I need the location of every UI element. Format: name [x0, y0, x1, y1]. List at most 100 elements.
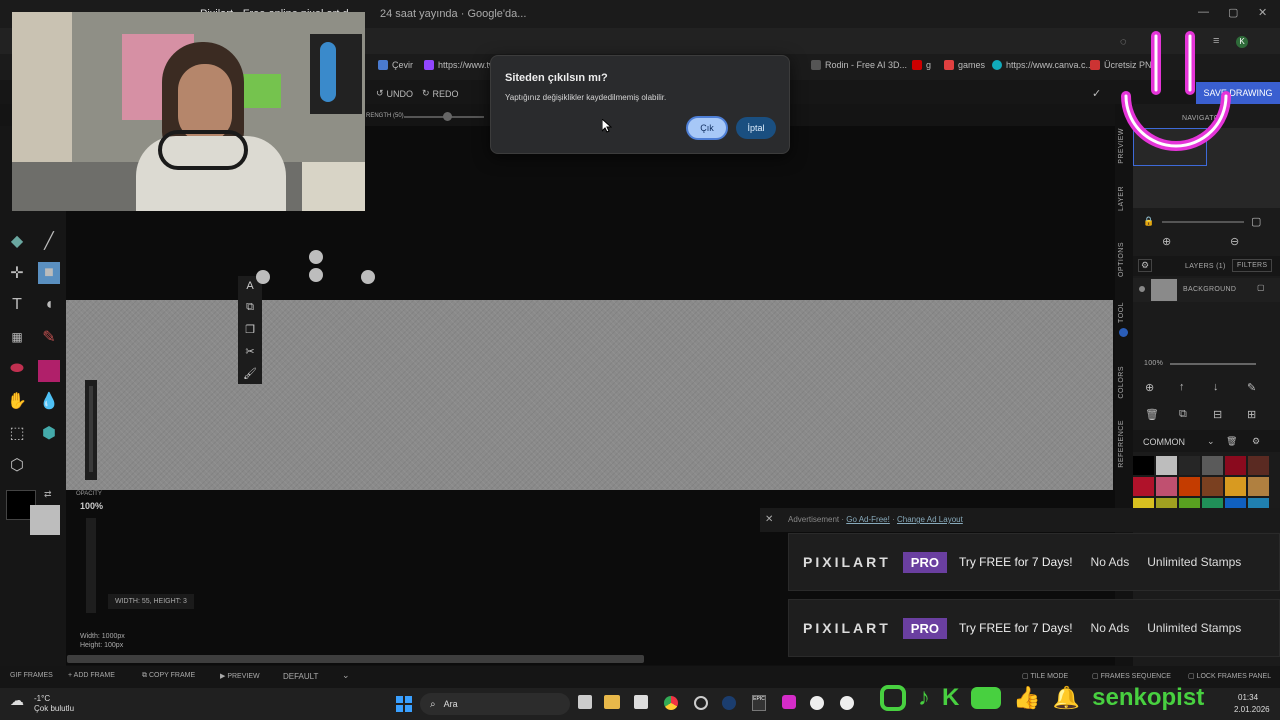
horizontal-scrollbar[interactable] — [67, 655, 644, 663]
copy-icon[interactable]: ⧉ — [246, 301, 254, 314]
edit-layer-icon[interactable]: ✎ — [1247, 381, 1256, 394]
text-icon[interactable]: T — [6, 294, 28, 316]
paste-icon[interactable]: ❐ — [245, 323, 255, 336]
drawing-canvas[interactable] — [66, 300, 1113, 490]
palette-swatch[interactable] — [1133, 456, 1154, 475]
weather-icon[interactable]: ☁ — [10, 692, 24, 709]
store-icon[interactable] — [634, 695, 648, 709]
bookmark-item[interactable]: games — [944, 60, 985, 70]
app-pink-icon[interactable] — [782, 695, 796, 709]
handle-dot[interactable] — [361, 270, 375, 284]
preview-button[interactable]: ▶ PREVIEW — [220, 672, 260, 680]
bookmark-item[interactable]: Rodin - Free AI 3D... — [811, 60, 907, 70]
rectangle-icon[interactable]: ■ — [38, 262, 60, 284]
gif-frames-label[interactable]: GIF FRAMES — [10, 672, 53, 679]
bookmark-item[interactable]: https://www.canva.c... — [992, 60, 1093, 70]
tile-mode-toggle[interactable]: ▢ TILE MODE — [1022, 672, 1068, 680]
zoom-in-icon[interactable]: ⊕ — [1162, 235, 1171, 248]
browser-tab[interactable]: 24 saat yayında · Google'da... — [370, 4, 536, 26]
chevron-down-icon[interactable]: ⌄ — [1207, 436, 1215, 447]
handle-dot[interactable] — [309, 250, 323, 264]
minimize-icon[interactable]: — — [1198, 6, 1209, 18]
secondary-color[interactable] — [30, 505, 60, 535]
stamp-icon[interactable]: ◖ — [38, 294, 60, 316]
palette-swatch[interactable] — [1248, 477, 1269, 496]
ad-banner[interactable]: PIXILART PRO Try FREE for 7 Days! No Ads… — [788, 599, 1280, 657]
cancel-button[interactable]: İptal — [736, 117, 776, 139]
handle-dot[interactable] — [256, 270, 270, 284]
bookmark-item[interactable]: Çevir — [378, 60, 413, 70]
select-icon[interactable]: ⬚ — [6, 422, 28, 444]
profile-avatar[interactable]: K — [1236, 36, 1248, 48]
visibility-icon[interactable] — [1139, 286, 1145, 292]
chrome-icon[interactable] — [664, 696, 678, 710]
add-frame-button[interactable]: + ADD FRAME — [68, 672, 115, 679]
swap-colors-icon[interactable]: ⇄ — [44, 489, 52, 500]
palette-swatch[interactable] — [1179, 477, 1200, 496]
change-ad-layout-link[interactable]: Change Ad Layout — [897, 515, 963, 524]
line-icon[interactable]: ╱ — [38, 230, 60, 252]
color-swatch-icon[interactable] — [38, 360, 60, 382]
maximize-icon[interactable]: ▢ — [1228, 6, 1238, 19]
hand-icon[interactable]: ✋ — [6, 390, 28, 412]
filters-button[interactable]: FILTERS — [1232, 259, 1273, 272]
steam-icon[interactable] — [722, 696, 736, 710]
delete-layer-icon[interactable]: 🗑 — [1145, 408, 1159, 421]
palette-settings-icon[interactable]: ⚙ — [1252, 436, 1260, 447]
duplicate-layer-icon[interactable]: ⧉ — [1179, 408, 1187, 421]
dither-icon[interactable]: ▦ — [6, 326, 28, 348]
zoom-slider[interactable] — [1162, 221, 1244, 223]
tab-tool[interactable]: TOOL — [1118, 302, 1125, 323]
spray-icon[interactable]: ✎ — [38, 326, 60, 348]
palette-swatch[interactable] — [1225, 456, 1246, 475]
text-tool-icon[interactable]: A — [246, 280, 253, 292]
unreal-icon-2[interactable] — [840, 696, 854, 710]
cube-icon[interactable]: ⬡ — [6, 454, 28, 476]
brush-icon[interactable]: 🖌 — [243, 367, 257, 380]
palette-swatch[interactable] — [1156, 477, 1177, 496]
tab-options[interactable]: OPTIONS — [1118, 242, 1125, 277]
layer-up-icon[interactable]: ↑ — [1179, 381, 1185, 393]
tab-layer[interactable]: LAYER — [1118, 186, 1125, 211]
layer-opacity-slider[interactable] — [1170, 363, 1256, 365]
lock-icon[interactable]: 🔒 — [1143, 216, 1154, 227]
leave-button[interactable]: Çık — [686, 116, 728, 140]
go-adfree-link[interactable]: Go Ad-Free! — [846, 515, 890, 524]
ad-banner[interactable]: PIXILART PRO Try FREE for 7 Days! No Ads… — [788, 533, 1280, 591]
strength-slider-handle[interactable] — [443, 112, 452, 121]
flatten-layer-icon[interactable]: ⊞ — [1247, 408, 1256, 421]
redo-button[interactable]: ↻ REDO — [422, 88, 459, 99]
close-ad-icon[interactable]: ✕ — [765, 514, 773, 525]
layer-down-icon[interactable]: ↓ — [1213, 381, 1219, 393]
frames-sequence-toggle[interactable]: ▢ FRAMES SEQUENCE — [1092, 672, 1171, 680]
blob-icon[interactable]: ⬢ — [38, 422, 60, 444]
zoom-out-icon[interactable]: ⊖ — [1230, 235, 1239, 248]
tab-colors[interactable]: COLORS — [1118, 366, 1125, 399]
app-icon[interactable] — [694, 696, 708, 710]
close-icon[interactable]: ✕ — [1258, 6, 1267, 19]
palette-swatch[interactable] — [1225, 477, 1246, 496]
palette-swatch[interactable] — [1179, 456, 1200, 475]
palette-swatch[interactable] — [1133, 477, 1154, 496]
handle-dot[interactable] — [309, 268, 323, 282]
clock-date[interactable]: 2.01.2026 — [1234, 705, 1270, 714]
opacity-slider[interactable] — [86, 518, 96, 613]
taskbar-search[interactable]: ⌕ Ara — [420, 693, 570, 715]
palette-swatch[interactable] — [1202, 477, 1223, 496]
check-icon[interactable]: ✓ — [1092, 87, 1101, 100]
fill-icon[interactable]: ◆ — [6, 230, 28, 252]
chevron-down-icon[interactable]: ⌄ — [342, 670, 350, 681]
fit-icon[interactable]: ▢ — [1251, 215, 1261, 228]
palette-swatch[interactable] — [1156, 456, 1177, 475]
palette-swatch[interactable] — [1202, 456, 1223, 475]
epic-games-icon[interactable]: EPIC — [752, 695, 766, 711]
palette-select[interactable]: COMMON — [1143, 437, 1185, 447]
merge-layer-icon[interactable]: ⊟ — [1213, 408, 1222, 421]
bookmark-item[interactable]: g — [912, 60, 931, 70]
layer-lock-icon[interactable]: ▢ — [1257, 283, 1265, 292]
add-layer-icon[interactable]: ⊕ — [1145, 381, 1154, 394]
lock-frames-toggle[interactable]: ▢ LOCK FRAMES PANEL — [1188, 672, 1271, 680]
eraser-icon[interactable]: ⬬ — [6, 358, 28, 380]
scissors-icon[interactable]: ✂ — [245, 345, 254, 358]
file-explorer-icon[interactable] — [604, 695, 620, 709]
